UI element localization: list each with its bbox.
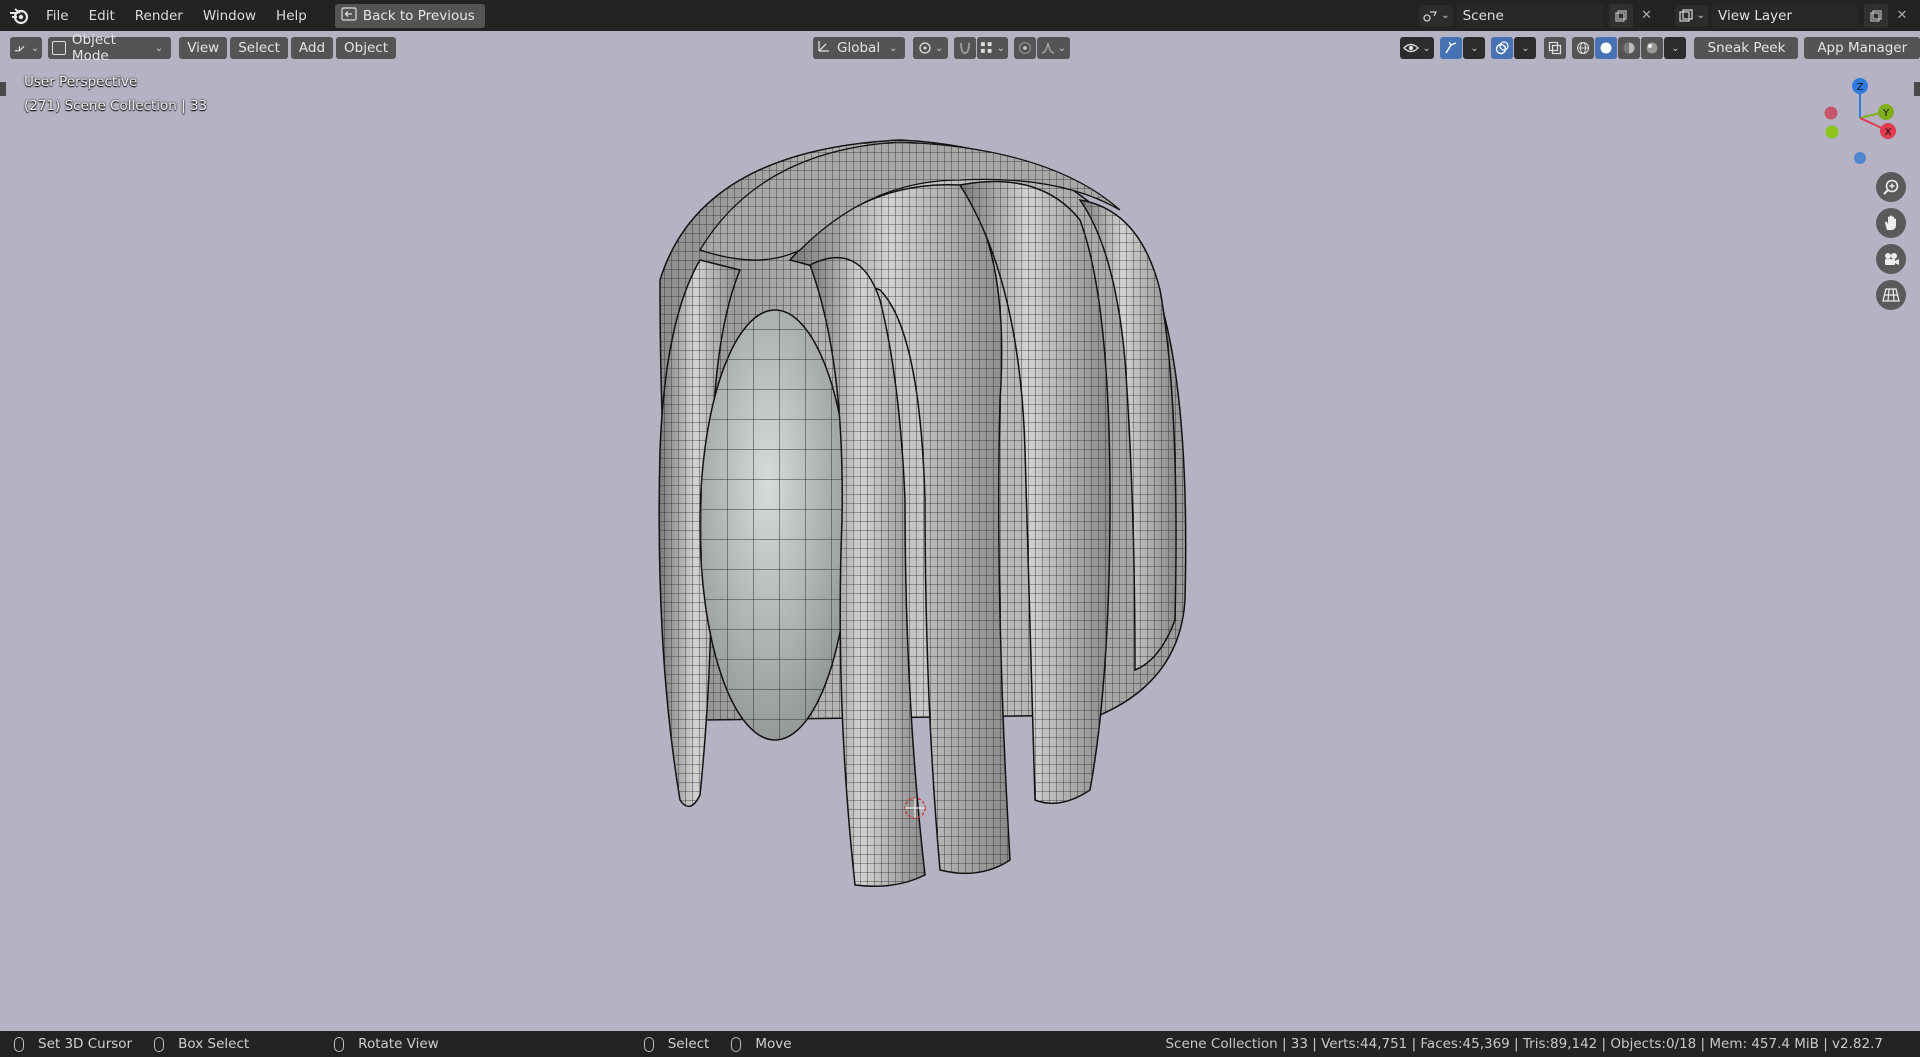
mouse-icon — [731, 1036, 742, 1052]
menu-select[interactable]: Select — [230, 37, 288, 59]
status-hint-label: Move — [755, 1036, 792, 1052]
status-bar: Set 3D Cursor Box Select Rotate View Sel… — [0, 1031, 1920, 1057]
grid-icon[interactable] — [1876, 280, 1906, 310]
zoom-icon[interactable] — [1876, 172, 1906, 202]
sneak-peek-button[interactable]: Sneak Peek — [1694, 37, 1799, 59]
navigation-gizmo[interactable]: Z Y X — [1818, 74, 1902, 164]
transform-orientation-label: Global — [837, 40, 881, 56]
menu-add[interactable]: Add — [290, 37, 334, 59]
xray-icon[interactable] — [1544, 37, 1567, 59]
left-toolbar-toggle[interactable] — [0, 82, 6, 96]
status-hint-rotate-view: Rotate View — [334, 1036, 439, 1052]
status-hint-label: Box Select — [178, 1036, 250, 1052]
mode-selector[interactable]: Object Mode ⌄ — [48, 32, 172, 64]
snap-toggle-icon[interactable] — [954, 37, 977, 59]
status-hint-move: Move — [731, 1036, 792, 1052]
mode-label: Object Mode — [71, 32, 116, 64]
mouse-icon — [154, 1036, 165, 1052]
mouse-icon — [14, 1036, 24, 1052]
transform-orientation-selector[interactable]: Global ⌄ — [813, 37, 906, 59]
perspective-label: User Perspective — [24, 74, 138, 90]
status-hint-box-select: Box Select — [154, 1036, 249, 1052]
status-hint-select: Select — [643, 1036, 710, 1052]
editor-type-icon[interactable]: ⌄ — [10, 37, 43, 59]
proportional-edit-icon[interactable] — [1013, 37, 1036, 59]
menu-view[interactable]: View — [179, 37, 228, 59]
gizmo-dropdown-icon[interactable]: ⌄ — [1463, 37, 1486, 59]
scene-statistics: Scene Collection | 33 | Verts:44,751 | F… — [1165, 1036, 1883, 1052]
overlay-icon[interactable] — [1491, 37, 1514, 59]
viewport-3d-model[interactable] — [0, 0, 1920, 1057]
status-hint-label: Select — [667, 1036, 710, 1052]
collection-info-label: (271) Scene Collection | 33 — [24, 98, 208, 114]
gizmo-y-label: Y — [1882, 108, 1890, 119]
pivot-icon[interactable]: ⌄ — [913, 37, 949, 59]
shading-material-icon[interactable] — [1618, 37, 1641, 59]
mouse-icon — [334, 1036, 345, 1052]
shading-solid-icon[interactable] — [1595, 37, 1618, 59]
status-hint-set-cursor: Set 3D Cursor — [14, 1036, 132, 1052]
overlay-dropdown-icon[interactable]: ⌄ — [1514, 37, 1537, 59]
gizmo-x-label: X — [1885, 127, 1892, 138]
transform-orientation-icon — [817, 39, 831, 57]
shading-rendered-icon[interactable] — [1641, 37, 1664, 59]
visibility-icon[interactable]: ⌄ — [1399, 37, 1435, 59]
camera-icon[interactable] — [1876, 244, 1906, 274]
shading-dropdown-icon[interactable]: ⌄ — [1664, 37, 1687, 59]
status-hint-label: Set 3D Cursor — [38, 1036, 133, 1052]
viewport-header: ⌄ Object Mode ⌄ View Select Add Object G… — [0, 31, 1920, 65]
object-mode-icon — [52, 41, 66, 55]
app-manager-button[interactable]: App Manager — [1804, 37, 1920, 59]
menu-object[interactable]: Object — [336, 37, 396, 59]
pan-hand-icon[interactable] — [1876, 208, 1906, 238]
shading-wireframe-icon[interactable] — [1572, 37, 1595, 59]
status-hint-label: Rotate View — [358, 1036, 439, 1052]
proportional-falloff-icon[interactable]: ⌄ — [1036, 37, 1070, 59]
right-sidebar-toggle[interactable] — [1914, 82, 1920, 96]
gizmo-icon[interactable] — [1440, 37, 1463, 59]
gizmo-z-label: Z — [1857, 82, 1864, 93]
mouse-icon — [643, 1036, 654, 1052]
snap-icon[interactable]: ⌄ — [977, 37, 1008, 59]
